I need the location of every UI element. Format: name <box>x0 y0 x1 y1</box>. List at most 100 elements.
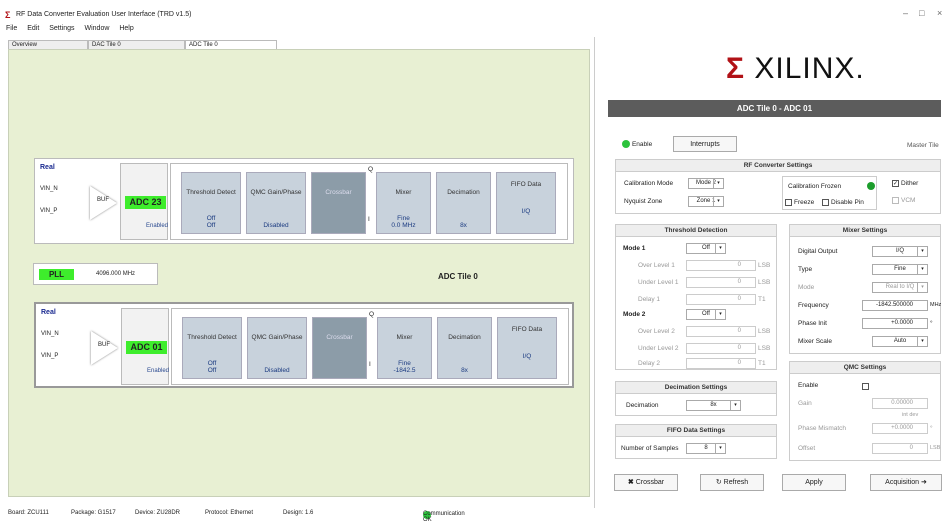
qmc-settings-panel: QMC Settings Enable Gain 0.00000 int dev… <box>789 361 941 461</box>
threshold-detection-panel: Threshold Detection Mode 1 Off ▾ Over Lev… <box>615 224 777 370</box>
interrupts-button[interactable]: Interrupts <box>673 136 737 152</box>
digital-output-label: Digital Output <box>798 248 838 255</box>
freeze-checkbox[interactable]: Freeze <box>785 199 814 206</box>
chevron-down-icon: ▾ <box>730 401 740 410</box>
channel-adc01[interactable]: Real VIN_N VIN_P BUF ADC 01 Enabled Thre… <box>34 302 574 388</box>
tab-adc-tile-0[interactable]: ADC Tile 0 <box>185 40 277 49</box>
samples-select[interactable]: 8 ▾ <box>686 443 726 454</box>
menu-file[interactable]: File <box>6 25 17 32</box>
fifo-block[interactable]: FIFO Data I/Q <box>497 317 557 379</box>
phase-init-input[interactable]: +0.0000 <box>862 318 928 329</box>
chevron-down-icon: ▾ <box>917 247 927 256</box>
threshold-block[interactable]: Threshold Detect Off Off <box>181 172 241 234</box>
mode1-label: Mode 1 <box>623 245 646 252</box>
apply-button[interactable]: Apply <box>782 474 846 491</box>
type-label: Type <box>798 266 813 273</box>
menu-edit[interactable]: Edit <box>27 25 39 32</box>
qmc-enable-checkbox[interactable] <box>862 383 869 390</box>
delay-1-input[interactable]: 0 <box>686 294 756 305</box>
crossbar-block[interactable]: Crossbar <box>311 172 366 234</box>
adc-status: Enabled <box>147 368 170 374</box>
qmc-block[interactable]: QMC Gain/Phase Disabled <box>247 317 307 379</box>
digital-output-select[interactable]: I/Q ▾ <box>872 246 928 257</box>
over-level-1-input[interactable]: 0 <box>686 260 756 271</box>
delay-2-label: Delay 2 <box>638 360 661 367</box>
signal-pipeline: Threshold Detect Off Off QMC Gain/Phase Dis… <box>171 308 569 385</box>
decimation-select[interactable]: 8x ▾ <box>686 400 741 411</box>
maximize-button[interactable]: □ <box>919 8 924 18</box>
i-label: I <box>369 361 371 368</box>
vcm-checkbox[interactable]: VCM <box>892 197 915 204</box>
under-level-1-input[interactable]: 0 <box>686 277 756 288</box>
enable-toggle[interactable]: Enable <box>622 140 652 148</box>
under-level-2-label: Under Level 2 <box>638 345 679 352</box>
calibration-frozen-group: Calibration Frozen Freeze Disable Pin <box>782 176 877 210</box>
nyquist-select[interactable]: Zone 1 ▾ <box>688 196 724 207</box>
design-info: Design: 1.6 <box>283 510 314 516</box>
mode-select[interactable]: Real to I/Q ▾ <box>872 282 928 293</box>
disable-pin-checkbox[interactable]: Disable Pin <box>822 199 864 206</box>
dither-checkbox[interactable]: ✓ Dither <box>892 180 918 187</box>
frequency-input[interactable]: -1842.500000 <box>862 300 928 311</box>
fifo-block[interactable]: FIFO Data I/Q <box>496 172 556 234</box>
threshold-block[interactable]: Threshold Detect Off Off <box>182 317 242 379</box>
chevron-down-icon: ▾ <box>715 244 725 253</box>
vin-p-label: VIN_P <box>40 208 58 214</box>
decimation-block[interactable]: Decimation 8x <box>436 172 491 234</box>
mode2-select[interactable]: Off ▾ <box>686 309 726 320</box>
phase-mismatch-input[interactable]: +0.0000 <box>872 423 928 434</box>
close-button[interactable]: × <box>937 8 942 18</box>
decimation-label: Decimation <box>626 402 659 409</box>
enable-icon <box>622 140 630 148</box>
buffer-symbol <box>91 331 118 365</box>
tab-dac-tile-0[interactable]: DAC Tile 0 <box>88 40 185 49</box>
over-level-2-input[interactable]: 0 <box>686 326 756 337</box>
type-select[interactable]: Fine ▾ <box>872 264 928 275</box>
offset-input[interactable]: 0 <box>872 443 928 454</box>
vin-n-label: VIN_N <box>41 331 59 337</box>
mode1-select[interactable]: Off ▾ <box>686 243 726 254</box>
device-info: Device: ZU28DR <box>135 510 181 516</box>
frozen-indicator-icon <box>867 182 875 190</box>
status-bar: Board: ZCU111 Package: G1517 Device: ZU2… <box>8 510 465 523</box>
gain-label: Gain <box>798 400 812 407</box>
pll-frequency: 4096.000 MHz <box>96 271 136 277</box>
fifo-settings-panel: FIFO Data Settings Number of Samples 8 ▾ <box>615 424 777 459</box>
pll-block[interactable]: PLL 4096.000 MHz <box>33 263 158 285</box>
mixer-scale-label: Mixer Scale <box>798 338 832 345</box>
phase-init-label: Phase Init <box>798 320 827 327</box>
tab-overview[interactable]: Overview <box>8 40 88 49</box>
decimation-block[interactable]: Decimation 8x <box>437 317 492 379</box>
mixer-scale-select[interactable]: Auto ▾ <box>872 336 928 347</box>
qmc-block[interactable]: QMC Gain/Phase Disabled <box>246 172 306 234</box>
nyquist-label: Nyquist Zone <box>624 198 663 205</box>
mixer-block[interactable]: Mixer Fine 0.0 MHz <box>376 172 431 234</box>
pll-label: PLL <box>39 269 74 280</box>
crossbar-button[interactable]: ✖ Crossbar <box>614 474 678 491</box>
under-level-2-input[interactable]: 0 <box>686 343 756 354</box>
cal-mode-label: Calibration Mode <box>624 180 674 187</box>
decimation-settings-panel: Decimation Settings Decimation 8x ▾ <box>615 381 777 416</box>
cal-mode-select[interactable]: Mode 2 ▾ <box>688 178 724 189</box>
mixer-block[interactable]: Mixer Fine -1842.5 <box>377 317 432 379</box>
minimize-button[interactable]: – <box>903 8 908 18</box>
cal-frozen-label: Calibration Frozen <box>788 183 842 190</box>
q-label: Q <box>369 311 375 318</box>
acquisition-button[interactable]: Acquisition ➜ <box>870 474 942 491</box>
chevron-down-icon: ▾ <box>917 283 927 292</box>
rf-converter-settings: RF Converter Settings Calibration Mode M… <box>615 159 941 214</box>
decimation-title: Decimation Settings <box>616 382 776 394</box>
menu-window[interactable]: Window <box>85 25 110 32</box>
delay-2-input[interactable]: 0 <box>686 358 756 369</box>
crossbar-block[interactable]: Crossbar <box>312 317 367 379</box>
tile-label: ADC Tile 0 <box>438 272 478 281</box>
menu-help[interactable]: Help <box>119 25 133 32</box>
tab-bar: Overview DAC Tile 0 ADC Tile 0 <box>8 40 277 49</box>
refresh-button[interactable]: ↻ Refresh <box>700 474 764 491</box>
qmc-title: QMC Settings <box>790 362 940 374</box>
mixer-title: Mixer Settings <box>790 225 940 237</box>
protocol-info: Protocol: Ethernet <box>205 510 254 516</box>
menu-settings[interactable]: Settings <box>49 25 74 32</box>
gain-input[interactable]: 0.00000 <box>872 398 928 409</box>
channel-adc23[interactable]: Real VIN_N VIN_P BUF ADC 23 Enabled Thre… <box>34 158 574 244</box>
